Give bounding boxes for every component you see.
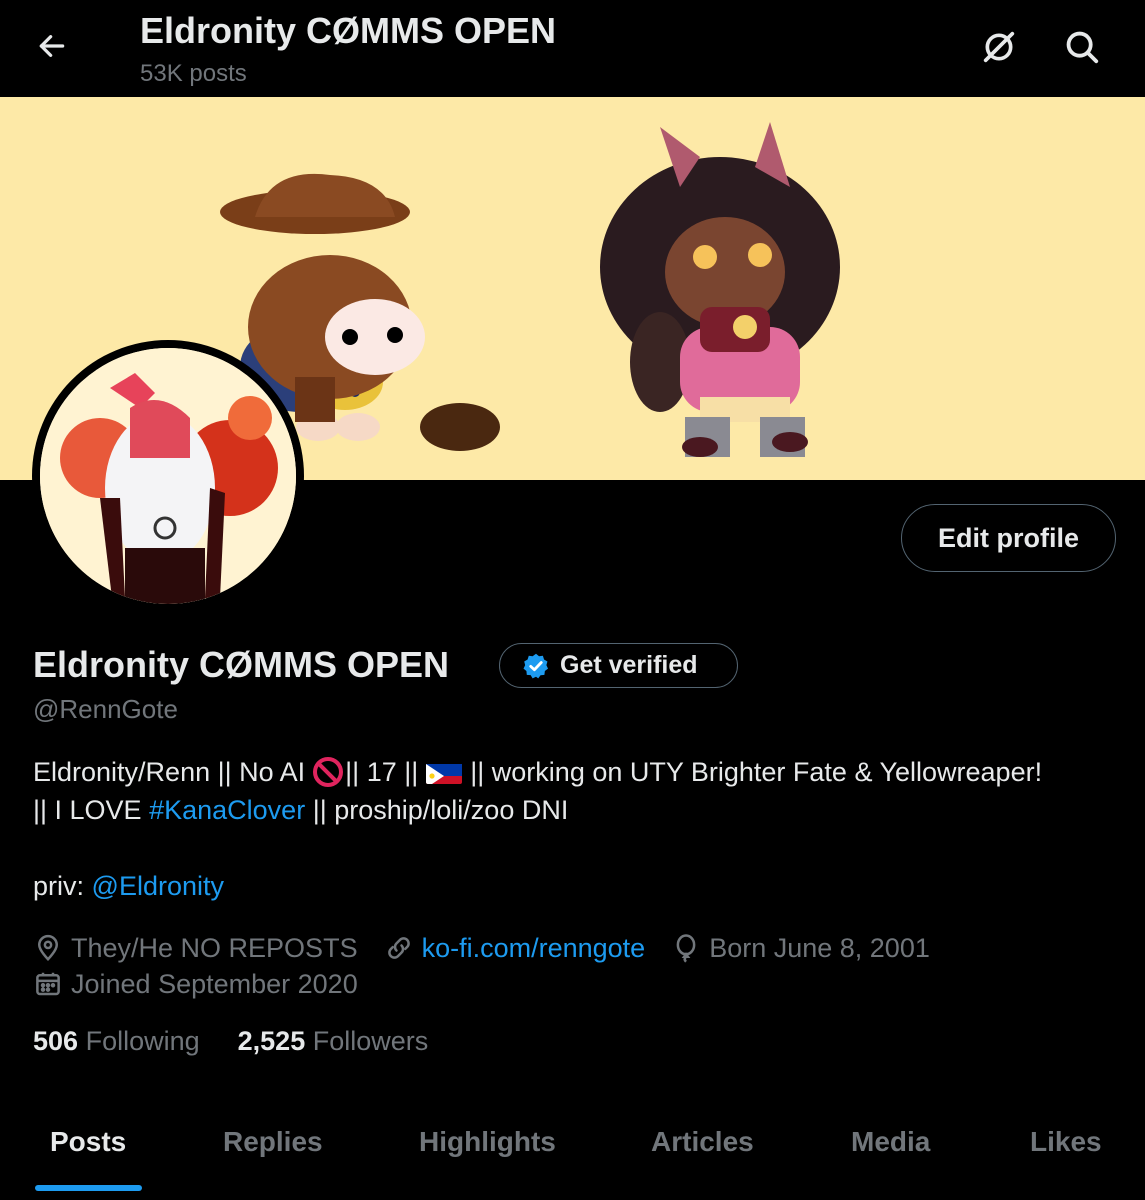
search-icon — [1066, 31, 1099, 64]
following-count: 506 — [33, 1026, 79, 1056]
avatar-image — [40, 348, 296, 604]
header-title: Eldronity CØMMS OPEN — [140, 10, 557, 51]
fluffy-character — [600, 122, 840, 457]
profile-meta: They/He NO REPOSTS ko-fi.com/renngote Bo… — [33, 930, 956, 1002]
tab-media[interactable]: Media — [851, 1126, 930, 1158]
edit-profile-button[interactable]: Edit profile — [901, 504, 1116, 572]
bio-line-1: Eldronity/Renn || No AI || 17 || || work… — [33, 753, 1123, 791]
balloon-icon — [676, 934, 696, 963]
followers-link[interactable]: 2,525 Followers — [238, 1026, 429, 1057]
meta-joined-text: Joined September 2020 — [71, 968, 358, 999]
bio-text-2a: || I LOVE — [33, 795, 142, 825]
hashtag-link[interactable]: #KanaClover — [149, 791, 305, 829]
profile-handle: @RennGote — [33, 694, 178, 724]
followers-label: Followers — [312, 1026, 429, 1056]
header-post-count: 53K posts — [140, 60, 247, 87]
meta-joined: Joined September 2020 — [33, 969, 358, 1000]
bio-text-1c: || working on UTY Brighter Fate & Yellow… — [470, 757, 1043, 787]
meta-birthday-text: Born June 8, 2001 — [709, 932, 930, 963]
get-verified-label: Get verified — [560, 651, 698, 679]
mention-link[interactable]: @Eldronity — [92, 867, 224, 905]
followers-count: 2,525 — [237, 1026, 306, 1056]
tab-posts[interactable]: Posts — [50, 1126, 126, 1158]
meta-row-2: Joined September 2020 — [33, 966, 956, 1002]
back-button[interactable] — [30, 24, 74, 68]
get-verified-button[interactable]: Get verified — [499, 643, 738, 688]
location-pin-icon — [37, 934, 59, 962]
tab-highlights[interactable]: Highlights — [419, 1126, 556, 1158]
philippines-flag-icon — [426, 760, 463, 784]
grok-icon — [983, 31, 1015, 63]
bio-text-2b: || proship/loli/zoo DNI — [312, 795, 569, 825]
calendar-icon — [36, 972, 60, 996]
arrow-left-icon — [39, 35, 65, 57]
meta-location-text: They/He NO REPOSTS — [71, 932, 358, 963]
active-tab-indicator — [35, 1185, 142, 1191]
profile-tabs: Posts Replies Highlights Articles Media … — [0, 1100, 1145, 1200]
meta-row-1: They/He NO REPOSTS ko-fi.com/renngote Bo… — [33, 930, 956, 966]
bio-text-1b: || 17 || — [345, 757, 419, 787]
grok-button[interactable] — [976, 24, 1022, 70]
bio-line-priv: priv: @Eldronity — [33, 867, 1123, 905]
bio-line-2: || I LOVE #KanaClover || proship/loli/zo… — [33, 791, 1123, 829]
top-bar: Eldronity CØMMS OPEN 53K posts — [0, 0, 1145, 97]
bio-priv-label: priv: — [33, 871, 85, 901]
profile-display-name: Eldronity CØMMS OPEN — [33, 644, 450, 685]
link-icon — [387, 937, 410, 959]
meta-location: They/He NO REPOSTS — [33, 933, 358, 964]
meta-birthday: Born June 8, 2001 — [671, 933, 930, 964]
profile-bio: Eldronity/Renn || No AI || 17 || || work… — [33, 753, 1123, 905]
website-link[interactable]: ko-fi.com/renngote — [422, 933, 646, 964]
avatar[interactable] — [32, 340, 304, 612]
verified-badge-icon — [523, 653, 549, 678]
tab-replies[interactable]: Replies — [223, 1126, 323, 1158]
tab-articles[interactable]: Articles — [651, 1126, 754, 1158]
prohibited-icon — [313, 757, 344, 787]
bio-text-1a: Eldronity/Renn || No AI — [33, 757, 306, 787]
meta-website[interactable]: ko-fi.com/renngote — [384, 933, 646, 964]
tab-likes[interactable]: Likes — [1030, 1126, 1102, 1158]
search-button[interactable] — [1059, 24, 1105, 70]
bio-spacer — [33, 829, 1123, 867]
following-link[interactable]: 506 Following — [33, 1026, 200, 1057]
profile-stats: 506 Following 2,525 Followers — [33, 1026, 428, 1057]
following-label: Following — [85, 1026, 200, 1056]
